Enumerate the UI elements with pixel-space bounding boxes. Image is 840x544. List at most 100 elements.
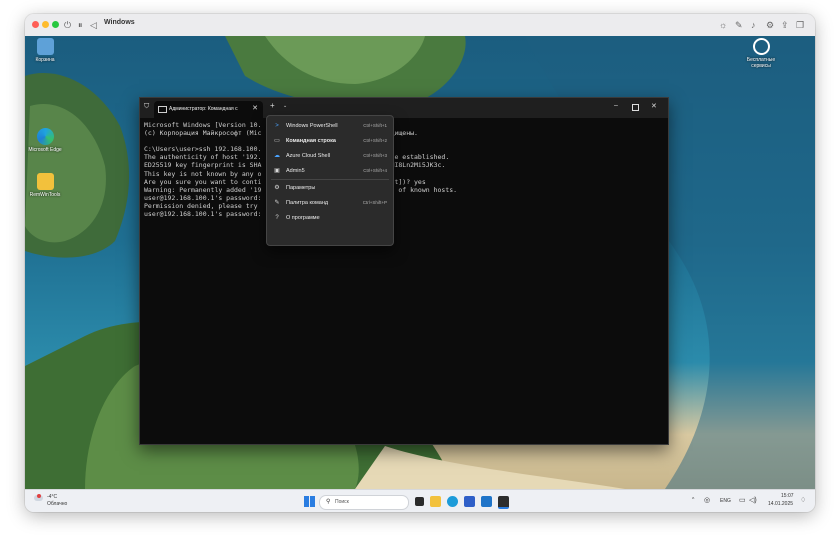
maximize-icon[interactable] xyxy=(632,104,639,111)
search-icon: ⚲ xyxy=(326,499,331,505)
desktop-icon-label: RemWinTools xyxy=(29,192,61,198)
desktop-icon-label: Бесплатные сервисы xyxy=(746,57,776,69)
desktop-icon-edge[interactable]: Microsoft Edge xyxy=(25,128,65,153)
terminal-output[interactable]: Microsoft Windows [Version 10. (c) Корпо… xyxy=(144,121,664,218)
close-traffic-light[interactable] xyxy=(32,21,39,28)
edge-taskbar-icon[interactable] xyxy=(447,496,458,507)
zoom-traffic-light[interactable] xyxy=(52,21,59,28)
minimize-traffic-light[interactable] xyxy=(42,21,49,28)
settings-icon[interactable]: ⚙ xyxy=(766,18,774,32)
menu-item-powershell[interactable]: > Windows PowerShell Ctrl+Shift+1 xyxy=(269,119,391,134)
terminal-line: Are you sure you want to conti print])? … xyxy=(144,177,426,186)
terminal-line: user@192.168.100.1's password: xyxy=(144,210,262,219)
power-icon[interactable]: ⏻ xyxy=(64,18,71,32)
outlook-icon[interactable] xyxy=(481,496,492,507)
terminal-taskbar-icon[interactable] xyxy=(498,496,509,509)
terminal-title-bar: ⛉ Администратор: Командная с ✕ + ⌄ – ✕ xyxy=(140,98,668,118)
user-circle-icon xyxy=(752,38,770,55)
language-indicator[interactable]: ENG xyxy=(720,498,731,504)
back-icon[interactable]: ◁ xyxy=(90,18,97,32)
menu-separator xyxy=(271,179,389,180)
desktop-icon-remwintools[interactable]: RemWinTools xyxy=(25,173,65,198)
share-icon[interactable]: ⇪ xyxy=(781,18,789,32)
vm-title: Windows xyxy=(104,19,135,26)
menu-item-label: Палитра команд xyxy=(286,200,329,206)
azure-icon: ☁ xyxy=(274,153,280,159)
menu-item-shortcut: Ctrl+Shift+P xyxy=(362,200,387,205)
close-icon[interactable]: ✕ xyxy=(651,102,657,110)
clock-date[interactable]: 14.01.2025 xyxy=(768,501,793,507)
pause-icon[interactable]: ⏸ xyxy=(78,18,83,32)
menu-item-shortcut: Ctrl+Shift+4 xyxy=(363,168,387,173)
menu-item-label: Windows PowerShell xyxy=(286,123,338,129)
new-tab-dropdown: > Windows PowerShell Ctrl+Shift+1 ▭ Командна… xyxy=(266,115,394,246)
store-icon[interactable] xyxy=(464,496,475,507)
start-icon[interactable] xyxy=(304,496,315,507)
terminal-line: (c) Корпорация Майкрософт (Mic защищены. xyxy=(144,129,418,138)
desktop-icon-label: Microsoft Edge xyxy=(28,147,62,153)
menu-item-terminal[interactable]: ▣ Admin5 Ctrl+Shift+4 xyxy=(269,164,391,179)
terminal-line: Warning: Permanently added '19 ist of kn… xyxy=(144,185,458,194)
edge-icon xyxy=(36,128,54,145)
shield-icon: ⛉ xyxy=(144,103,150,110)
menu-item-label: Admin5 xyxy=(286,168,305,174)
menu-item-palette[interactable]: ✎ Палитра команд Ctrl+Shift+P xyxy=(269,196,391,211)
desktop-icon-services[interactable]: Бесплатные сервисы xyxy=(741,38,781,69)
desktop-icon-recycle-bin[interactable]: Корзина xyxy=(25,38,65,63)
network-icon[interactable]: ◎ xyxy=(704,496,710,504)
terminal-line: This key is not known by any o xyxy=(144,169,262,178)
terminal-line: user@192.168.100.1's password: xyxy=(144,193,262,202)
help-icon: ? xyxy=(275,215,279,221)
terminal-icon: ▣ xyxy=(274,168,280,174)
terminal-line: The authenticity of host '192. t be esta… xyxy=(144,153,450,162)
tab-admin-cmd[interactable]: Администратор: Командная с ✕ xyxy=(154,101,263,118)
pen-icon[interactable]: ✎ xyxy=(735,18,743,32)
weather-temp[interactable]: -4°C xyxy=(47,494,57,500)
display-icon[interactable]: ▭ xyxy=(739,496,746,504)
folder-icon xyxy=(36,173,54,190)
powershell-icon: > xyxy=(275,123,279,129)
show-hidden-icons[interactable]: ^ xyxy=(692,497,694,503)
volume-icon[interactable]: ◁) xyxy=(749,496,757,504)
task-view-icon[interactable] xyxy=(415,497,424,506)
terminal-line: Microsoft Windows [Version 10. xyxy=(144,121,379,129)
recycle-bin-icon xyxy=(36,38,54,55)
brightness-icon[interactable]: ☼ xyxy=(719,18,727,32)
menu-item-azure[interactable]: ☁ Azure Cloud Shell Ctrl+Shift+3 xyxy=(269,149,391,164)
weather-desc[interactable]: Облачно xyxy=(47,501,67,507)
new-tab-icon[interactable]: + xyxy=(270,101,275,110)
taskbar: -4°C Облачно ⚲ Поиск ^ ◎ ENG ▭ ◁) 15:07 … xyxy=(25,489,815,512)
menu-item-shortcut: Ctrl+Shift+1 xyxy=(363,123,387,128)
desktop: Корзина Microsoft Edge RemWinTools Беспл… xyxy=(25,36,815,489)
terminal-line: C:\Users\user>ssh 192.168.100. xyxy=(144,145,262,154)
weather-alert-icon xyxy=(37,494,41,498)
desktop-icon-label: Корзина xyxy=(35,57,55,63)
close-tab-icon[interactable]: ✕ xyxy=(252,104,258,112)
menu-item-label: О программе xyxy=(286,215,320,221)
menu-item-label: Командная строка xyxy=(286,138,336,144)
minimize-icon[interactable]: – xyxy=(614,102,618,109)
vm-window: ⏻ ⏸ ◁ Windows ☼ ✎ ♪ ⚙ ⇪ ❐ Корзина Micros… xyxy=(25,14,815,512)
menu-item-label: Azure Cloud Shell xyxy=(286,153,331,159)
menu-item-shortcut: Ctrl+Shift+2 xyxy=(363,138,387,143)
menu-item-gear[interactable]: ⚙ Параметры xyxy=(269,181,391,196)
notifications-icon[interactable]: ♢ xyxy=(800,496,806,504)
menu-item-shortcut: Ctrl+Shift+3 xyxy=(363,153,387,158)
vm-title-bar: ⏻ ⏸ ◁ Windows ☼ ✎ ♪ ⚙ ⇪ ❐ xyxy=(25,14,815,37)
terminal-line: ED25519 key fingerprint is SHA vF8MI8Ln2… xyxy=(144,161,446,170)
explorer-icon[interactable] xyxy=(430,496,441,507)
clock-time[interactable]: 15:07 xyxy=(781,493,794,499)
audio-icon[interactable]: ♪ xyxy=(751,18,756,32)
chevron-down-icon[interactable]: ⌄ xyxy=(283,103,287,109)
menu-item-help[interactable]: ? О программе xyxy=(269,211,391,226)
search-placeholder: Поиск xyxy=(335,499,349,505)
terminal-line: Permission denied, please try xyxy=(144,201,258,210)
tab-label: Администратор: Командная с xyxy=(169,106,238,112)
terminal-window[interactable]: ⛉ Администратор: Командная с ✕ + ⌄ – ✕ M… xyxy=(139,97,669,445)
window-icon[interactable]: ❐ xyxy=(796,18,804,32)
menu-item-cmd[interactable]: ▭ Командная строка Ctrl+Shift+2 xyxy=(269,134,391,149)
search-box[interactable]: ⚲ Поиск xyxy=(319,495,409,510)
gear-icon: ⚙ xyxy=(274,185,280,191)
menu-item-label: Параметры xyxy=(286,185,316,191)
